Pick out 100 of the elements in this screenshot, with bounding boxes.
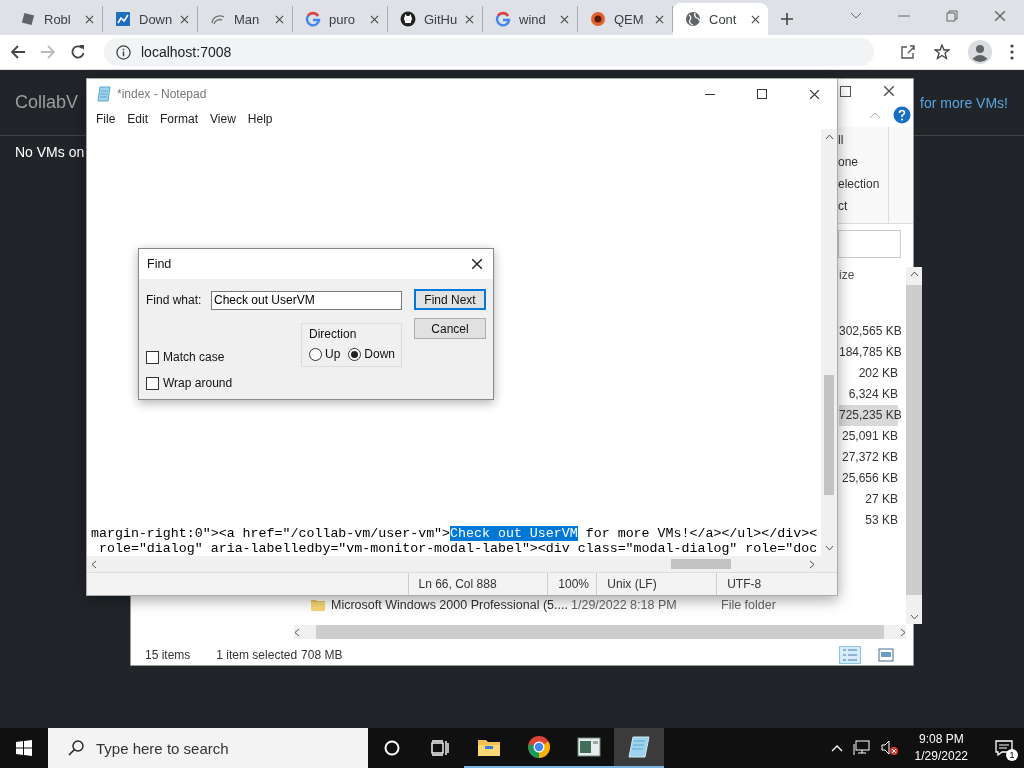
tiles-view-button[interactable]	[875, 645, 897, 664]
search-field[interactable]	[838, 230, 901, 258]
browser-tab[interactable]: wind	[483, 6, 578, 32]
size-cell[interactable]: 27,372 KB	[839, 447, 898, 468]
size-cell[interactable]: 25,091 KB	[839, 426, 898, 447]
radio-button[interactable]	[348, 347, 362, 361]
ribbon-command[interactable]: ll	[838, 133, 888, 149]
close-icon[interactable]	[180, 14, 189, 24]
speaker-muted-icon[interactable]	[880, 740, 899, 756]
checkbox[interactable]	[146, 350, 159, 364]
browser-tab[interactable]: Robl	[8, 6, 103, 32]
find-field[interactable]: Check out UserVM	[211, 290, 402, 310]
back-icon[interactable]	[10, 44, 26, 60]
info-icon[interactable]	[116, 44, 131, 60]
chart-icon	[115, 11, 131, 27]
scrollbar-thumb[interactable]	[824, 375, 834, 495]
size-cell[interactable]: 27 KB	[839, 489, 898, 510]
taskbar-search[interactable]: Type here to search	[48, 728, 368, 768]
close-icon[interactable]	[560, 14, 569, 24]
globe-icon	[685, 11, 701, 27]
checkbox-label[interactable]: Wrap around	[163, 376, 233, 390]
checkbox[interactable]	[146, 376, 159, 390]
network-icon[interactable]	[852, 740, 871, 756]
horizontal-scrollbar[interactable]	[87, 556, 837, 572]
browser-tab[interactable]: QEM	[578, 6, 673, 32]
close-icon[interactable]	[471, 258, 483, 270]
file-name[interactable]: Microsoft Windows 2000 Professional (5....	[331, 597, 565, 612]
clock-time[interactable]: 9:08 PM	[914, 731, 968, 748]
vertical-scrollbar[interactable]	[821, 129, 837, 556]
dialog-button[interactable]: Cancel	[414, 318, 486, 339]
help-icon[interactable]	[893, 106, 911, 124]
google-icon	[495, 11, 511, 27]
radio-label[interactable]: Down	[364, 347, 396, 361]
details-view-icon	[842, 647, 858, 662]
ribbon-command[interactable]: election	[838, 177, 888, 193]
address-bar[interactable]: localhost:7008	[104, 38, 874, 66]
menu-item[interactable]: Help	[241, 112, 279, 126]
ribbon-command[interactable]: ct	[838, 199, 888, 215]
menu-item[interactable]: Edit	[121, 112, 155, 126]
taskbar-app[interactable]	[614, 728, 664, 768]
browser-tab[interactable]: Down	[103, 6, 198, 32]
radio-label[interactable]: Up	[325, 347, 341, 361]
browser-tab[interactable]: Cont	[673, 3, 768, 35]
close-icon[interactable]	[808, 88, 820, 100]
item-count: 15 items	[145, 647, 191, 662]
close-icon[interactable]	[883, 85, 895, 97]
ribbon-command[interactable]: one	[838, 155, 888, 171]
url-text: localhost:7008	[141, 44, 232, 60]
column-header[interactable]: ize	[839, 268, 855, 282]
restore-icon[interactable]	[946, 10, 958, 22]
size-cell[interactable]: 25,656 KB	[839, 468, 898, 489]
close-icon[interactable]	[655, 14, 664, 24]
close-icon[interactable]	[751, 14, 760, 24]
menu-item[interactable]: Format	[154, 112, 205, 126]
cat-icon	[400, 11, 416, 27]
checkbox-label[interactable]: Match case	[163, 350, 225, 364]
share-icon[interactable]	[900, 44, 916, 60]
notepad-icon	[628, 735, 650, 759]
nav-link[interactable]: for more VMs!	[920, 94, 1008, 111]
browser-tab[interactable]: puro	[293, 6, 388, 32]
status-cell: UTF-8	[716, 573, 837, 595]
profile-icon[interactable]	[968, 40, 992, 64]
radio-button[interactable]	[309, 347, 322, 361]
size-cell[interactable]: 6,324 KB	[839, 384, 898, 405]
dialog-button[interactable]: Find Next	[414, 289, 486, 310]
browser-tab[interactable]: Man	[198, 6, 293, 32]
code-line: role="dialog" aria-labelledby="vm-monitor-modal-label"><div class="modal-dialog" role="doc	[97, 541, 819, 556]
status-cell: Ln 66, Col 888	[407, 573, 548, 595]
star-icon[interactable]	[934, 44, 950, 60]
ball-icon	[590, 11, 606, 27]
dialog-title: Find	[147, 257, 173, 271]
notification-icon[interactable]	[995, 740, 1013, 756]
clock-date[interactable]: 1/29/2022	[914, 748, 968, 765]
notepad-icon	[97, 86, 111, 102]
minimize-icon	[705, 93, 715, 95]
chevron-down-icon[interactable]	[850, 12, 862, 20]
close-icon[interactable]	[370, 14, 379, 24]
size-cell[interactable]: 202 KB	[839, 363, 898, 384]
close-icon[interactable]	[275, 14, 284, 24]
reload-icon[interactable]	[70, 44, 86, 60]
menu-item[interactable]: File	[90, 112, 122, 126]
site-brand[interactable]: CollabV	[15, 92, 79, 113]
type-cell-text: File folder	[721, 597, 777, 612]
maximize-icon	[757, 89, 767, 99]
task-view-icon	[431, 740, 449, 756]
close-icon[interactable]	[465, 14, 474, 24]
maximize-icon[interactable]	[840, 85, 851, 97]
field-label: Find what:	[146, 293, 203, 307]
scrollbar-thumb[interactable]	[671, 559, 731, 569]
browser-tab[interactable]: GitHu	[388, 6, 483, 32]
size-cell[interactable]: 53 KB	[839, 510, 898, 531]
window-title: *index - Notepad	[117, 87, 208, 101]
menu-item[interactable]: View	[204, 112, 242, 126]
google-icon	[305, 11, 321, 27]
selection-size: 708 MB	[301, 647, 343, 662]
close-icon[interactable]	[85, 14, 94, 24]
menu-icon[interactable]	[1010, 44, 1014, 60]
circle-icon	[384, 740, 400, 756]
date-cell-text: 1/29/2022 8:18 PM	[571, 597, 678, 612]
plus-icon[interactable]	[780, 12, 794, 26]
